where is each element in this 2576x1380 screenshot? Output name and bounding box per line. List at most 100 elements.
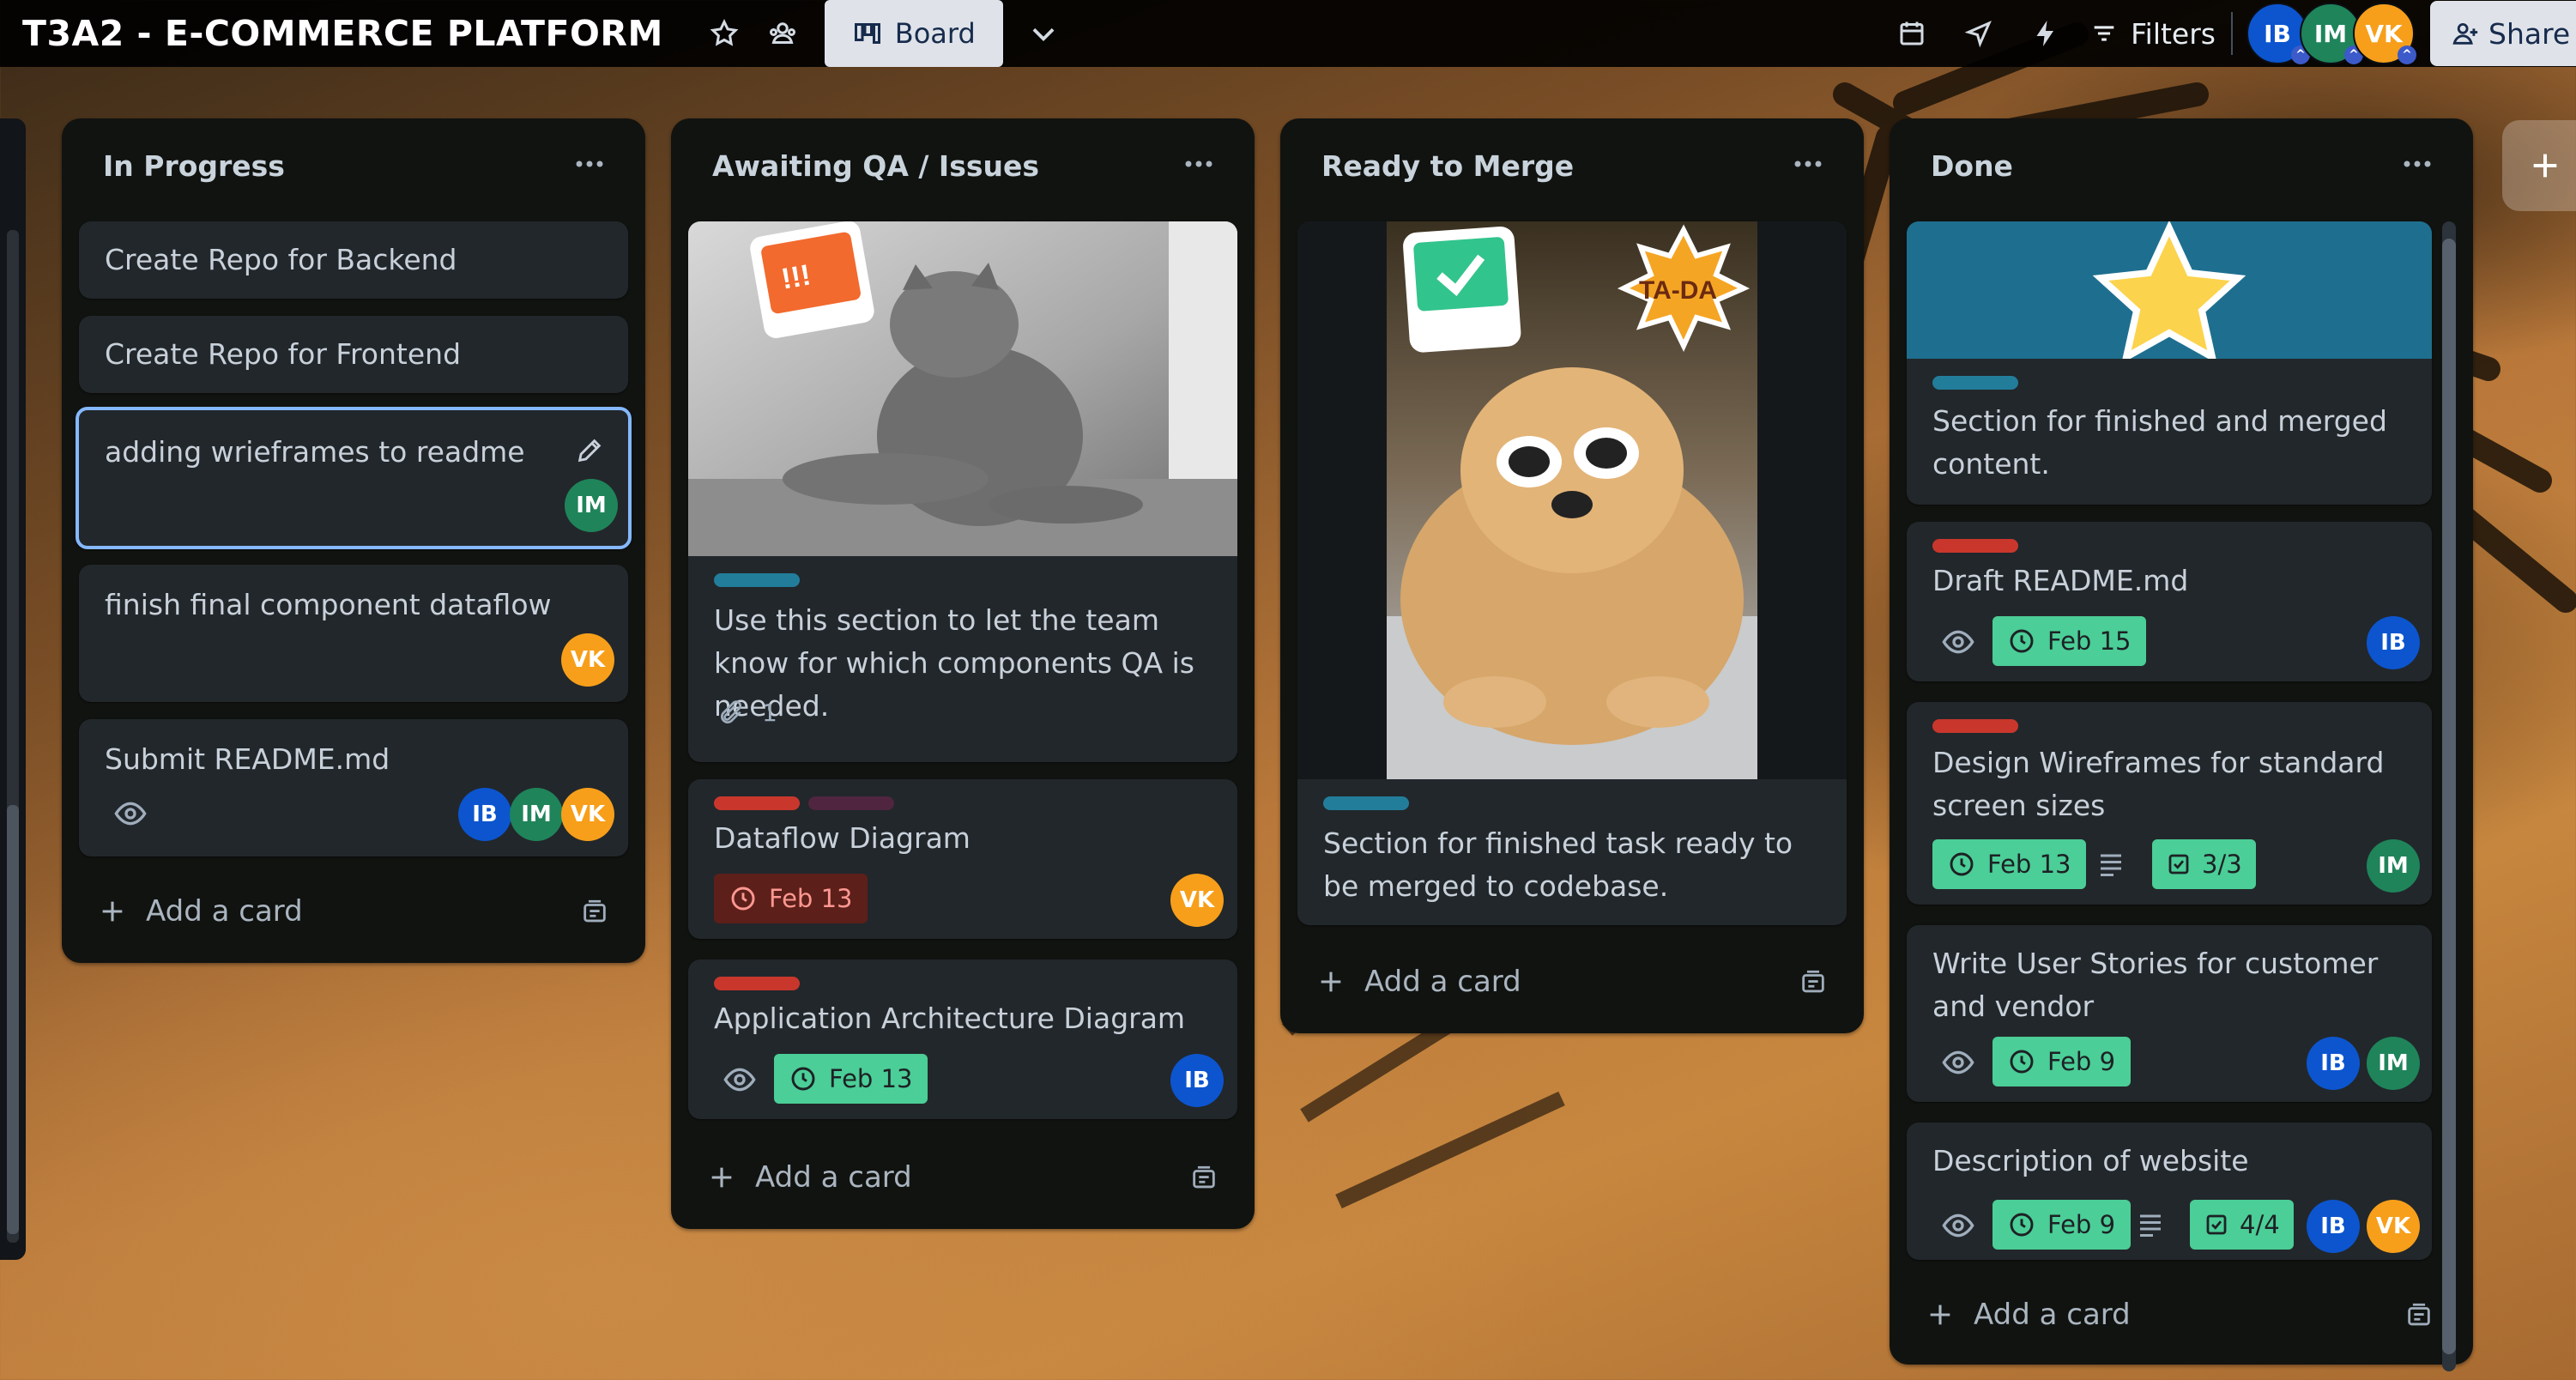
- due-date-badge[interactable]: Feb 9: [1992, 1200, 2132, 1250]
- add-card-button[interactable]: Add a card: [1316, 965, 1521, 999]
- star-icon[interactable]: [701, 10, 747, 57]
- avatar[interactable]: IM: [2367, 1037, 2420, 1090]
- due-date-badge[interactable]: Feb 15: [1992, 616, 2147, 666]
- more-icon[interactable]: [2396, 151, 2439, 177]
- eye-icon: [1941, 1208, 1975, 1243]
- list-title[interactable]: Ready to Merge: [1321, 149, 1574, 183]
- list-title[interactable]: Awaiting QA / Issues: [712, 149, 1039, 183]
- list-item[interactable]: !!! Use this section to let the team kno…: [688, 221, 1237, 762]
- card-title: adding wrieframes to readme: [105, 435, 525, 469]
- add-member-icon: [2452, 22, 2478, 45]
- clock-icon: [1950, 852, 1974, 876]
- card-title: Use this section to let the team know fo…: [714, 603, 1194, 723]
- filters-button[interactable]: Filters: [2089, 17, 2216, 51]
- eye-icon: [113, 796, 148, 831]
- card-title: Section for finished and merged content.: [1932, 404, 2387, 481]
- label-red[interactable]: [1932, 539, 2018, 553]
- template-icon[interactable]: [1799, 968, 1828, 997]
- plus-icon: [1321, 971, 1341, 992]
- more-icon[interactable]: [568, 151, 611, 177]
- list-item[interactable]: finish final component dataflow VK: [79, 565, 628, 702]
- plus-icon: [711, 1167, 732, 1188]
- add-card-label: Add a card: [755, 1160, 912, 1195]
- avatar[interactable]: VK: [2367, 1200, 2420, 1253]
- avatar[interactable]: VK ^: [2353, 3, 2416, 64]
- avatar[interactable]: IM: [2367, 839, 2420, 893]
- list-item[interactable]: Create Repo for Backend: [79, 221, 628, 299]
- avatar[interactable]: VK: [561, 633, 614, 687]
- list-item[interactable]: Description of website Feb 9 4/4 IB VK: [1907, 1123, 2432, 1260]
- add-card-button[interactable]: Add a card: [707, 1160, 912, 1195]
- template-icon[interactable]: [2404, 1301, 2434, 1330]
- edit-icon[interactable]: [575, 436, 604, 465]
- description-icon: [2135, 1208, 2166, 1239]
- avatar[interactable]: IB: [2367, 616, 2420, 669]
- list-item[interactable]: Write User Stories for customer and vend…: [1907, 925, 2432, 1102]
- due-date-badge[interactable]: Feb 13: [774, 1054, 928, 1104]
- list-item[interactable]: TA-DA Section for finished task ready to…: [1297, 221, 1847, 925]
- description-icon: [2095, 848, 2126, 879]
- list-item[interactable]: Section for finished and merged content.: [1907, 221, 2432, 505]
- filter-icon: [2094, 26, 2114, 41]
- eye-icon: [723, 1062, 757, 1097]
- list-item[interactable]: Dataflow Diagram Feb 13 VK: [688, 779, 1237, 939]
- avatar[interactable]: IB: [2307, 1200, 2360, 1253]
- plus-icon: [1930, 1304, 1950, 1325]
- avatar[interactable]: IB: [2307, 1037, 2360, 1090]
- checklist-badge[interactable]: 4/4: [2190, 1200, 2294, 1250]
- label-purple[interactable]: [808, 796, 894, 810]
- template-icon[interactable]: [580, 898, 609, 927]
- due-date-badge[interactable]: Feb 13: [714, 874, 868, 923]
- list-item[interactable]: Draft README.md Feb 15 IB: [1907, 522, 2432, 681]
- board-icon: [854, 23, 880, 44]
- due-date-badge[interactable]: Feb 13: [1932, 839, 2087, 889]
- due-date-badge[interactable]: Feb 9: [1992, 1037, 2132, 1086]
- list-item[interactable]: Design Wireframes for standard screen si…: [1907, 702, 2432, 905]
- add-list-button[interactable]: [2502, 120, 2576, 211]
- more-icon[interactable]: [1787, 151, 1829, 177]
- label-teal[interactable]: [1323, 796, 1409, 810]
- avatar[interactable]: IB: [458, 788, 511, 841]
- template-icon[interactable]: [1189, 1164, 1218, 1193]
- add-card-button[interactable]: Add a card: [98, 894, 303, 929]
- list-item[interactable]: adding wrieframes to readme IM: [76, 407, 632, 549]
- list-item[interactable]: Create Repo for Frontend: [79, 316, 628, 393]
- card-title: Section for finished task ready to be me…: [1323, 826, 1793, 903]
- card-title: Create Repo for Backend: [105, 243, 457, 276]
- list-title[interactable]: Done: [1931, 149, 2013, 183]
- board-view-button[interactable]: Board: [824, 0, 1003, 67]
- checklist-badge[interactable]: 3/3: [2152, 839, 2256, 889]
- plus-icon: [102, 901, 123, 922]
- avatar[interactable]: VK: [1170, 874, 1224, 927]
- list-item[interactable]: Application Architecture Diagram Feb 13 …: [688, 959, 1237, 1119]
- checklist-icon: [2206, 1214, 2227, 1235]
- label-teal[interactable]: [1932, 376, 2018, 390]
- plus-icon: [2533, 154, 2557, 178]
- rocket-icon[interactable]: [1956, 10, 2002, 57]
- label-red[interactable]: [714, 796, 800, 810]
- sticker-text: !!!: [779, 258, 813, 295]
- label-red[interactable]: [714, 977, 800, 990]
- list-title[interactable]: In Progress: [103, 149, 285, 183]
- avatar[interactable]: IB: [1170, 1054, 1224, 1107]
- share-button[interactable]: Share: [2430, 1, 2576, 66]
- add-card-button[interactable]: Add a card: [1926, 1298, 2131, 1332]
- more-icon[interactable]: [1177, 151, 1220, 177]
- label-red[interactable]: [1932, 719, 2018, 733]
- card-title: Design Wireframes for standard screen si…: [1932, 746, 2385, 822]
- list-scrollbar[interactable]: [2442, 221, 2456, 1371]
- board-header: T3A2 - E-COMMERCE PLATFORM Board Filters…: [0, 0, 2576, 67]
- team-visibility-icon[interactable]: [759, 10, 806, 57]
- label-teal[interactable]: [714, 573, 800, 587]
- chevron-down-icon[interactable]: [1020, 10, 1067, 57]
- list-item[interactable]: Submit README.md IB IM VK: [79, 719, 628, 856]
- board-title[interactable]: T3A2 - E-COMMERCE PLATFORM: [22, 13, 663, 54]
- avatar[interactable]: VK: [561, 788, 614, 841]
- lightning-icon[interactable]: [2023, 10, 2069, 57]
- eye-icon: [1941, 625, 1975, 659]
- avatar[interactable]: IM: [510, 788, 563, 841]
- avatar[interactable]: IM: [565, 479, 618, 532]
- list-awaiting-qa: Awaiting QA / Issues !!! Use this sectio…: [671, 118, 1255, 1229]
- card-title: Description of website: [1932, 1144, 2249, 1177]
- calendar-icon[interactable]: [1889, 10, 1935, 57]
